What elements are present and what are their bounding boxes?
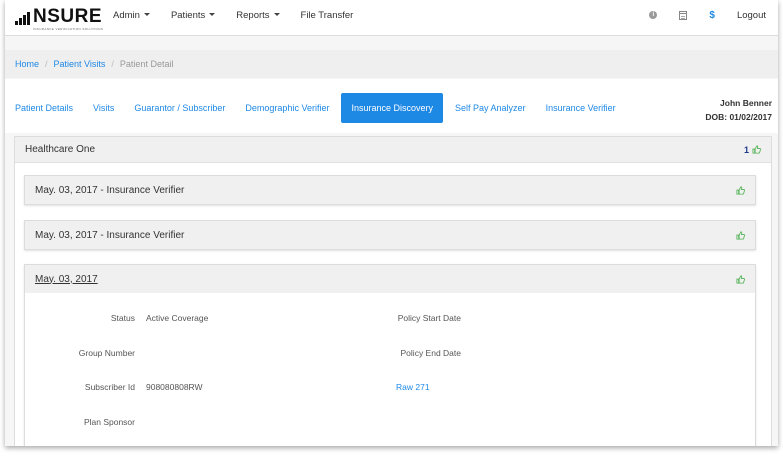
patient-summary: John Benner DOB: 01/02/2017 (705, 96, 772, 124)
thumbs-up-icon (736, 185, 745, 195)
payer-panel: Healthcare One 1 May. 03, 2017 - Insuran… (14, 136, 772, 446)
menu-reports[interactable]: Reports (236, 9, 280, 21)
tab-visits[interactable]: Visits (83, 93, 124, 123)
top-navbar: NSURE INSURANCE VERIFICATION SOLUTIONS A… (5, 0, 778, 36)
navbar-actions: i $ Logout (649, 0, 766, 30)
brand-logo[interactable]: NSURE INSURANCE VERIFICATION SOLUTIONS (15, 6, 104, 31)
menu-admin[interactable]: Admin (113, 10, 150, 21)
breadcrumb-home[interactable]: Home (15, 59, 39, 69)
menu-reports-label: Reports (236, 9, 270, 21)
breadcrumb-current: Patient Detail (119, 59, 174, 69)
menu-admin-label: Admin (113, 9, 140, 21)
menu-file-transfer-label: File Transfer (300, 9, 354, 21)
breadcrumb: Home / Patient Visits / Patient Detail (5, 50, 778, 78)
insurance-entry-expanded: May. 03, 2017 Status Active Coverage Gro… (24, 264, 756, 446)
tab-insurance-discovery[interactable]: Insurance Discovery (341, 93, 444, 123)
menu-patients[interactable]: Patients (170, 9, 216, 21)
app-window: NSURE INSURANCE VERIFICATION SOLUTIONS A… (5, 0, 778, 446)
brand-name: NSURE (33, 6, 103, 27)
patient-name: John Benner (720, 98, 772, 108)
brand-tagline: INSURANCE VERIFICATION SOLUTIONS (33, 27, 104, 31)
tab-demographic-verifier[interactable]: Demographic Verifier (235, 93, 339, 123)
result-count: 1 (743, 144, 749, 155)
policy-end-label: Policy End Date (400, 348, 461, 358)
chevron-down-icon (209, 13, 216, 17)
group-number-label: Group Number (78, 348, 135, 358)
breadcrumb-patient-visits[interactable]: Patient Visits (54, 59, 106, 69)
tab-guarantor-subscriber[interactable]: Guarantor / Subscriber (124, 93, 235, 123)
thumbs-up-icon (736, 274, 745, 284)
logout-link[interactable]: Logout (737, 10, 766, 21)
insurance-entry-header[interactable]: May. 03, 2017 (25, 265, 755, 293)
thumbs-up-icon (736, 230, 745, 240)
policy-start-label: Policy Start Date (397, 313, 461, 323)
chevron-down-icon (273, 13, 280, 17)
breadcrumb-separator: / (45, 59, 48, 69)
main-menu: Admin Patients Reports File Transfer (113, 0, 374, 30)
coverage-details: Status Active Coverage Group Number Subs… (25, 293, 755, 446)
info-icon[interactable]: i (649, 11, 658, 19)
tab-insurance-verifier[interactable]: Insurance Verifier (536, 93, 626, 123)
signal-bars-icon (15, 11, 31, 25)
payer-name: Healthcare One (25, 144, 96, 155)
status-label: Status (110, 313, 135, 323)
insurance-entry: May. 03, 2017 - Insurance Verifier (24, 175, 756, 205)
entry-title: May. 03, 2017 - Insurance Verifier (35, 229, 185, 241)
status-value: Active Coverage (146, 313, 209, 323)
calendar-icon[interactable] (679, 10, 688, 20)
insurance-entry: May. 03, 2017 - Insurance Verifier (24, 220, 756, 250)
breadcrumb-separator: / (111, 59, 114, 69)
plan-sponsor-label: Plan Sponsor (83, 417, 135, 427)
entry-title[interactable]: May. 03, 2017 (35, 274, 736, 285)
tab-self-pay-analyzer[interactable]: Self Pay Analyzer (445, 93, 536, 123)
patient-dob: DOB: 01/02/2017 (705, 112, 772, 122)
patient-tabs-bar: Patient Details Visits Guarantor / Subsc… (5, 79, 778, 133)
chevron-down-icon (143, 13, 150, 17)
insurance-entry-header[interactable]: May. 03, 2017 - Insurance Verifier (25, 176, 755, 204)
tab-list: Patient Details Visits Guarantor / Subsc… (5, 93, 626, 123)
menu-file-transfer[interactable]: File Transfer (301, 10, 354, 21)
menu-patients-label: Patients (170, 9, 206, 21)
tab-patient-details[interactable]: Patient Details (5, 93, 83, 123)
insurance-entry-header[interactable]: May. 03, 2017 - Insurance Verifier (25, 221, 755, 249)
thumbs-up-icon (752, 145, 761, 154)
payer-panel-header[interactable]: Healthcare One 1 (15, 137, 771, 163)
subscriber-id-label: Subscriber Id (84, 382, 135, 392)
raw-271-link[interactable]: Raw 271 (396, 382, 430, 392)
entry-title: May. 03, 2017 - Insurance Verifier (35, 184, 185, 196)
subscriber-id-value: 908080808RW (146, 382, 203, 392)
dollar-icon[interactable]: $ (709, 10, 715, 21)
